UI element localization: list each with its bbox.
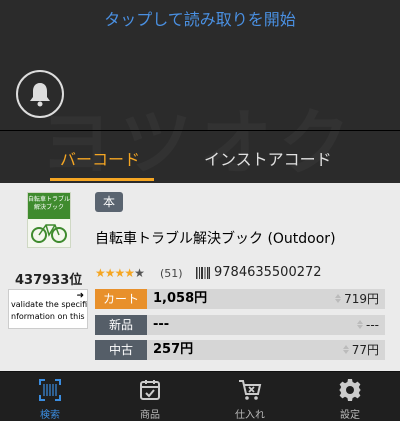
tab-label: 商品 bbox=[140, 410, 160, 421]
calendar-check-icon bbox=[140, 380, 160, 400]
scanner-divider bbox=[0, 130, 400, 131]
product-title[interactable]: 自転車トラブル解決ブック (Outdoor) bbox=[95, 228, 336, 248]
price-label-used: 中古 bbox=[95, 340, 147, 360]
price-value: --- bbox=[153, 317, 170, 332]
gear-icon bbox=[339, 379, 361, 401]
star-icon: ★ bbox=[114, 266, 126, 280]
tap-to-scan-prompt[interactable]: タップして読み取りを開始 bbox=[0, 6, 400, 30]
scanner-area[interactable]: ヨツオク タップして読み取りを開始 バーコード インストアコード bbox=[0, 0, 400, 183]
price-label-new: 新品 bbox=[95, 315, 147, 335]
api-notice-box[interactable]: ➜ validate the specified para nformation… bbox=[8, 289, 88, 329]
arrow-right-icon: ➜ bbox=[76, 291, 84, 301]
price-value: 1,058円 bbox=[153, 291, 208, 306]
product-card[interactable]: 自転車トラブル解決ブック 437933位 ➜ validate the spec… bbox=[0, 183, 400, 371]
bell-icon bbox=[30, 83, 50, 107]
bottom-tab-bar: 検索 商品 仕入れ 設定 bbox=[0, 371, 400, 421]
tab-label: 検索 bbox=[40, 410, 60, 421]
price-row-used[interactable]: 中古 257円 77円 bbox=[95, 340, 385, 360]
api-notice-line: nformation on this API vis bbox=[11, 312, 87, 321]
sort-icon bbox=[334, 294, 342, 304]
sort-icon bbox=[356, 320, 364, 330]
book-cover-title: 自転車トラブル解決ブック bbox=[28, 193, 70, 219]
tab-label: 設定 bbox=[340, 410, 360, 421]
book-cover-image[interactable]: 自転車トラブル解決ブック bbox=[27, 192, 71, 248]
compare-price: 77円 bbox=[342, 340, 379, 360]
tab-label: 仕入れ bbox=[235, 410, 265, 421]
isbn-code: 9784635500272 bbox=[214, 265, 322, 280]
barcode-icon bbox=[196, 267, 210, 279]
tab-search[interactable]: 検索 bbox=[0, 372, 100, 421]
active-tab-indicator bbox=[50, 178, 154, 181]
tab-barcode[interactable]: バーコード bbox=[60, 146, 140, 170]
sort-icon bbox=[342, 345, 350, 355]
price-label-cart: カート bbox=[95, 289, 147, 309]
compare-price: --- bbox=[356, 315, 379, 335]
bicycle-icon bbox=[31, 224, 67, 243]
star-icon: ★ bbox=[104, 266, 116, 280]
tab-settings[interactable]: 設定 bbox=[300, 372, 400, 421]
sales-rank: 437933位 bbox=[15, 273, 83, 288]
star-icon: ★ bbox=[124, 266, 135, 280]
rating-stars: ★★★★★ bbox=[95, 266, 145, 280]
price-row-cart[interactable]: カート 1,058円 719円 bbox=[95, 289, 385, 309]
tab-products[interactable]: 商品 bbox=[100, 372, 200, 421]
price-row-new[interactable]: 新品 --- --- bbox=[95, 315, 385, 335]
star-icon: ★ bbox=[95, 266, 106, 280]
category-badge: 本 bbox=[95, 192, 124, 212]
star-empty-icon: ★ bbox=[134, 266, 145, 280]
rating-count: (51) bbox=[160, 267, 183, 280]
tab-instore-code[interactable]: インストアコード bbox=[204, 146, 332, 170]
cart-x-icon bbox=[239, 380, 262, 400]
scan-icon bbox=[39, 379, 61, 401]
notification-button[interactable] bbox=[16, 70, 64, 118]
compare-price: 719円 bbox=[334, 289, 379, 309]
tab-purchase[interactable]: 仕入れ bbox=[200, 372, 300, 421]
price-value: 257円 bbox=[153, 342, 194, 357]
